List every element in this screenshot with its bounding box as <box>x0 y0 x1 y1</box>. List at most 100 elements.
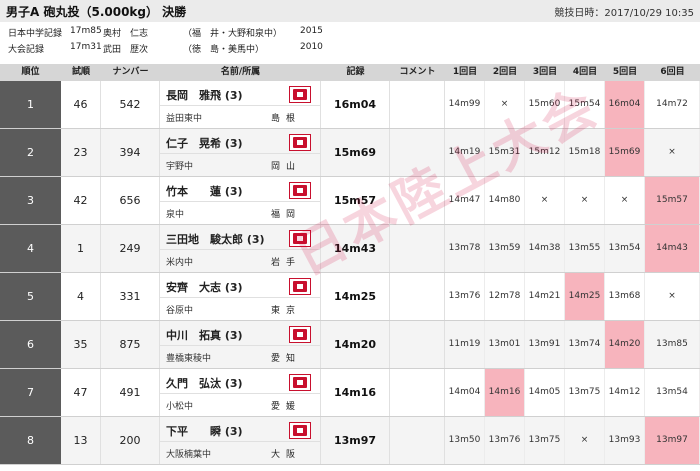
bib-cell: 542 <box>101 81 160 128</box>
record-cell: 14m25 <box>321 273 390 320</box>
school-name: 小松中 <box>166 402 194 412</box>
film-icon[interactable] <box>289 422 311 439</box>
film-icon-core <box>293 233 307 244</box>
school-name: 谷原中 <box>166 306 194 316</box>
school-name: 益田東中 <box>166 114 203 124</box>
table-row[interactable]: 1 46 542 長岡 雅飛 (3) 益田東中 島根 16m04 14m99 × 15m60 15m… <box>0 81 700 129</box>
order-cell: 47 <box>61 369 101 416</box>
film-icon-core <box>293 377 307 388</box>
athlete-name[interactable]: 久門 弘汰 (3) <box>166 375 243 391</box>
results-table: 1 46 542 長岡 雅飛 (3) 益田東中 島根 16m04 14m99 × 15m60 15m… <box>0 81 700 471</box>
divider <box>160 393 320 394</box>
film-icon[interactable] <box>289 182 311 199</box>
attempt-5-cell: 14m20 <box>605 321 645 368</box>
attempt-4-cell: × <box>565 417 605 464</box>
comment-cell <box>390 177 445 224</box>
school-name: 大阪楠葉中 <box>166 450 212 460</box>
table-row[interactable]: 2 23 394 仁子 晃希 (3) 宇野中 岡山 15m69 14m19 15m31 15m12… <box>0 129 700 177</box>
film-icon[interactable] <box>289 86 311 103</box>
school-name: 泉中 <box>166 210 185 220</box>
attempt-2-cell: 14m80 <box>485 177 525 224</box>
meet-record: 大会記録 17m31 武田 歴次 （徳 島・美馬中） 2010 <box>0 42 700 56</box>
attempt-6-cell: 15m57 <box>645 177 700 224</box>
comment-cell <box>390 321 445 368</box>
order-cell: 4 <box>61 273 101 320</box>
record-label: 日本中学記録 <box>8 29 63 39</box>
record-cell: 15m57 <box>321 177 390 224</box>
bib-cell: 200 <box>101 417 160 464</box>
attempt-2-cell: 15m31 <box>485 129 525 176</box>
athlete-name[interactable]: 長岡 雅飛 (3) <box>166 87 243 103</box>
athlete-cell: 竹本 蓮 (3) 泉中 福岡 <box>160 177 321 224</box>
athlete-cell: 長岡 雅飛 (3) 益田東中 島根 <box>160 81 321 128</box>
order-cell: 46 <box>61 81 101 128</box>
film-icon-core <box>293 185 307 196</box>
athlete-cell: 中川 拓真 (3) 豊橋東稜中 愛知 <box>160 321 321 368</box>
record-cell: 14m16 <box>321 369 390 416</box>
attempt-1-cell: 11m19 <box>445 321 485 368</box>
divider <box>160 201 320 202</box>
film-icon-core <box>293 329 307 340</box>
attempt-1-cell: 14m19 <box>445 129 485 176</box>
athlete-name[interactable]: 仁子 晃希 (3) <box>166 135 243 151</box>
rank-cell: 4 <box>0 225 61 272</box>
attempt-6-cell: × <box>645 273 700 320</box>
athlete-name[interactable]: 中川 拓真 (3) <box>166 327 243 343</box>
prefecture-name: 福岡 <box>270 210 301 220</box>
film-icon[interactable] <box>289 326 311 343</box>
attempt-4-cell: 13m74 <box>565 321 605 368</box>
film-icon[interactable] <box>289 230 311 247</box>
table-row[interactable]: 6 35 875 中川 拓真 (3) 豊橋東稜中 愛知 14m20 11m19 13m01 13m… <box>0 321 700 369</box>
film-icon[interactable] <box>289 374 311 391</box>
order-cell: 13 <box>61 417 101 464</box>
table-row[interactable]: 3 42 656 竹本 蓮 (3) 泉中 福岡 15m57 14m47 14m80 × × × 15m5… <box>0 177 700 225</box>
prefecture-name: 島根 <box>270 114 301 124</box>
header-attempt-5: 5回目 <box>612 67 638 77</box>
header-attempt-3: 3回目 <box>532 67 558 77</box>
bib-cell: 249 <box>101 225 160 272</box>
table-row[interactable]: 4 1 249 三田地 駿太郎 (3) 米内中 岩手 14m43 13m78 13m59 14m3… <box>0 225 700 273</box>
attempt-5-cell: 13m93 <box>605 417 645 464</box>
record-year: 2010 <box>300 42 323 52</box>
rank-cell: 3 <box>0 177 61 224</box>
table-row[interactable]: 5 4 331 安齊 大志 (3) 谷原中 東京 14m25 13m76 12m78 14m21 1… <box>0 273 700 321</box>
divider <box>160 297 320 298</box>
athlete-name[interactable]: 竹本 蓮 (3) <box>166 183 243 199</box>
athlete-name[interactable]: 下平 瞬 (3) <box>166 423 243 439</box>
comment-cell <box>390 225 445 272</box>
attempt-1-cell: 14m04 <box>445 369 485 416</box>
record-cell: 14m20 <box>321 321 390 368</box>
rank-cell: 7 <box>0 369 61 416</box>
attempt-6-cell: 14m43 <box>645 225 700 272</box>
attempt-3-cell: 15m60 <box>525 81 565 128</box>
comment-cell <box>390 369 445 416</box>
prefecture-name: 愛知 <box>270 354 301 364</box>
attempt-2-cell: × <box>485 81 525 128</box>
prefecture-name: 岩手 <box>270 258 301 268</box>
athlete-cell: 仁子 晃希 (3) 宇野中 岡山 <box>160 129 321 176</box>
film-icon-core <box>293 281 307 292</box>
table-row[interactable]: 8 13 200 下平 瞬 (3) 大阪楠葉中 大阪 13m97 13m50 13m76 13m7… <box>0 417 700 465</box>
school-name: 宇野中 <box>166 162 194 172</box>
attempt-5-cell: × <box>605 177 645 224</box>
prefecture-name: 愛媛 <box>270 402 301 412</box>
athlete-name[interactable]: 三田地 駿太郎 (3) <box>166 231 265 247</box>
record-info: 日本中学記録 17m85 奥村 仁志 （福 井・大野和泉中） 2015 大会記録… <box>0 24 700 64</box>
attempt-2-cell: 13m01 <box>485 321 525 368</box>
film-icon[interactable] <box>289 278 311 295</box>
header-attempt-6: 6回目 <box>660 67 685 77</box>
record-cell: 15m69 <box>321 129 390 176</box>
national-record: 日本中学記録 17m85 奥村 仁志 （福 井・大野和泉中） 2015 <box>0 26 700 40</box>
athlete-name[interactable]: 安齊 大志 (3) <box>166 279 243 295</box>
header-attempt-4: 4回目 <box>572 67 598 77</box>
divider <box>160 345 320 346</box>
divider <box>160 105 320 106</box>
bib-cell: 331 <box>101 273 160 320</box>
order-cell: 1 <box>61 225 101 272</box>
attempt-1-cell: 13m50 <box>445 417 485 464</box>
film-icon[interactable] <box>289 134 311 151</box>
table-row[interactable]: 7 47 491 久門 弘汰 (3) 小松中 愛媛 14m16 14m04 14m16 14m05… <box>0 369 700 417</box>
comment-cell <box>390 129 445 176</box>
divider <box>160 441 320 442</box>
attempt-6-cell: 13m85 <box>645 321 700 368</box>
